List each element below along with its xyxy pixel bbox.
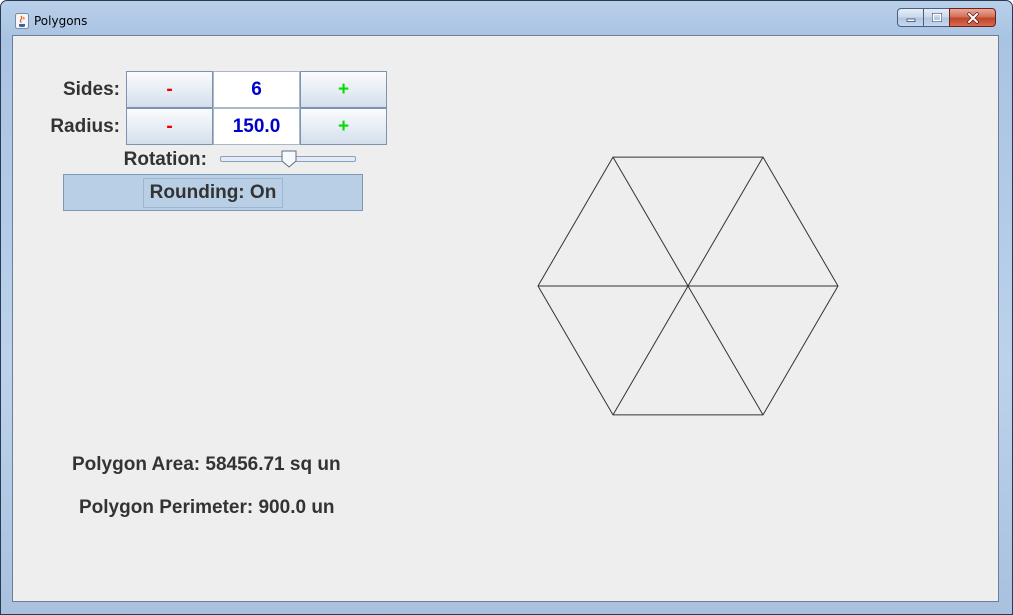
polygon-spoke <box>687 156 764 287</box>
polygon-canvas <box>537 156 839 416</box>
polygon-spoke <box>612 156 689 287</box>
polygon-spoke <box>612 285 689 416</box>
polygon-spoke <box>687 285 764 416</box>
